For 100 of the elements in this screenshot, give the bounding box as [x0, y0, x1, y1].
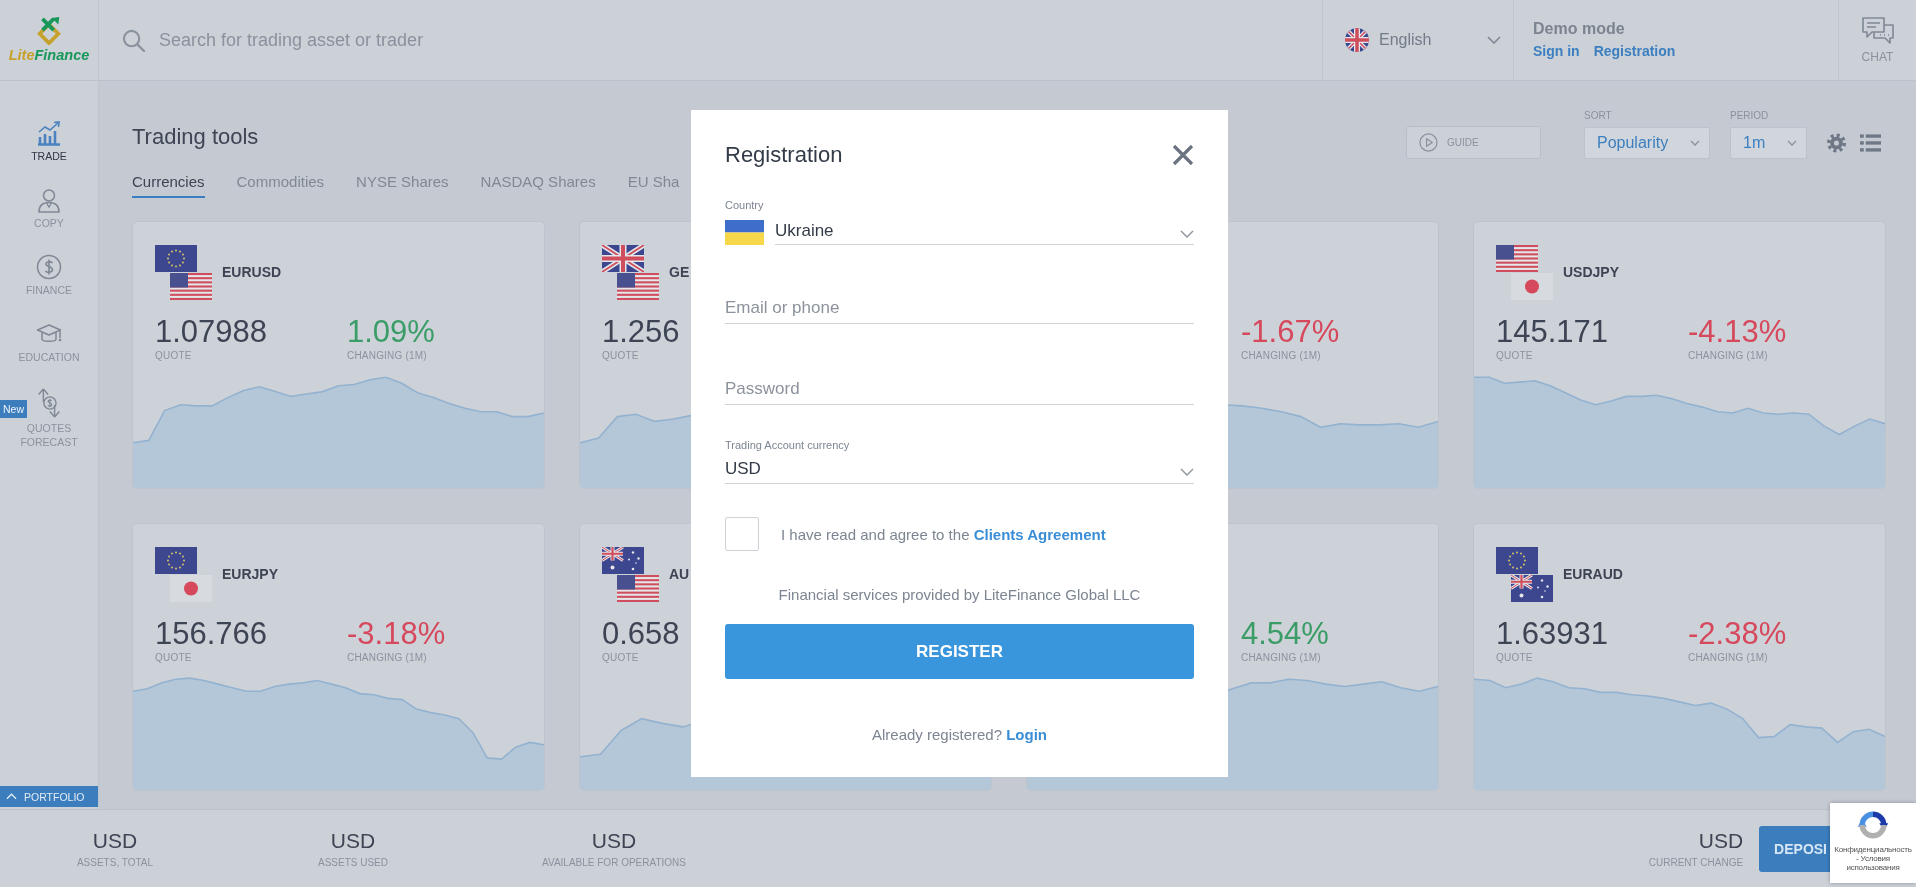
search-icon — [122, 28, 145, 52]
category-tab[interactable]: NYSE Shares — [356, 172, 449, 198]
change-value: 4.54% — [1241, 617, 1329, 651]
flag-icon — [725, 220, 764, 245]
asset-card[interactable]: EURUSD 1.07988 QUOTE 1.09% CHANGING (1M) — [132, 221, 545, 489]
country-label: Country — [725, 199, 764, 212]
chevron-down-icon — [1180, 467, 1194, 476]
list-view-icon[interactable] — [1860, 133, 1881, 153]
chat-icon — [1860, 16, 1895, 46]
quote-value: 1.07988 — [155, 315, 268, 349]
sidebar-item[interactable]: EDUCATION — [0, 319, 98, 386]
flag-icon — [1511, 574, 1553, 602]
quote-value: 156.766 — [155, 617, 268, 651]
quote-value: 1.63931 — [1496, 617, 1609, 651]
change-value: -3.18% — [347, 617, 446, 651]
chat-button[interactable]: CHAT — [1838, 0, 1916, 80]
currency-select[interactable]: USD — [725, 454, 1194, 484]
balance-label: ASSETS, TOTAL — [76, 856, 154, 869]
chevron-down-icon — [1690, 140, 1700, 146]
account-link[interactable]: Sign in — [1533, 43, 1580, 60]
flag-icon — [617, 272, 659, 300]
quote-label: QUOTE — [1496, 350, 1533, 362]
chevron-down-icon — [1180, 229, 1194, 238]
pair-name: EURUSD — [222, 264, 282, 280]
period-label: PERIOD — [1730, 110, 1769, 122]
new-badge: New — [0, 400, 27, 418]
language-select[interactable]: English — [1323, 0, 1513, 80]
category-tab[interactable]: Currencies — [132, 172, 205, 198]
balance-label: ASSETS USED — [318, 856, 388, 869]
flag-icon — [155, 244, 197, 272]
flag-icon — [602, 546, 644, 574]
settings-icon[interactable] — [1826, 133, 1847, 153]
change-value: -2.38% — [1688, 617, 1787, 651]
flag-icon — [617, 574, 659, 602]
portfolio-tab[interactable]: PORTFOLIO — [0, 786, 98, 807]
logo-text: LiteFinance — [8, 46, 90, 64]
deposit-button[interactable]: DEPOSI — [1759, 825, 1830, 872]
category-tab[interactable]: NASDAQ Shares — [480, 172, 596, 198]
email-field[interactable]: Email or phone — [725, 293, 1194, 324]
quote-value: 1.256 — [602, 315, 680, 349]
change-value: -1.67% — [1241, 315, 1340, 349]
pair-name: USDJPY — [1563, 264, 1620, 280]
asset-card[interactable]: EURAUD 1.63931 QUOTE -2.38% CHANGING (1M) — [1473, 523, 1886, 791]
current-change-value: USD — [1698, 828, 1744, 853]
current-change-label: CURRENT CHANGE — [1648, 856, 1744, 869]
asset-card[interactable]: USDJPY 145.171 QUOTE -4.13% CHANGING (1M) — [1473, 221, 1886, 489]
quote-label: QUOTE — [602, 652, 639, 664]
quote-label: QUOTE — [1496, 652, 1533, 664]
pair-name: EURJPY — [222, 566, 279, 582]
account-link[interactable]: Registration — [1593, 43, 1676, 60]
sidebar-item[interactable]: COPY — [0, 185, 98, 252]
pair-name: GE — [669, 264, 690, 280]
dollar-arrows-icon — [36, 388, 62, 418]
period-select[interactable]: 1m — [1730, 127, 1807, 159]
flag-icon — [155, 546, 197, 574]
dollar-coin-icon — [36, 254, 62, 280]
balance-value: USD — [92, 828, 138, 853]
change-label: CHANGING (1M) — [347, 652, 427, 664]
quote-value: 145.171 — [1496, 315, 1609, 349]
agreement-checkbox[interactable] — [725, 517, 759, 551]
password-field[interactable]: Password — [725, 374, 1194, 405]
chevron-up-icon — [6, 793, 17, 800]
search-field[interactable]: Search for trading asset or trader — [159, 25, 859, 55]
asset-card[interactable]: EURJPY 156.766 QUOTE -3.18% CHANGING (1M) — [132, 523, 545, 791]
flag-icon — [602, 244, 644, 272]
sort-label: SORT — [1584, 110, 1612, 122]
register-button[interactable]: REGISTER — [725, 624, 1194, 679]
pair-name: EURAUD — [1563, 566, 1623, 582]
change-label: CHANGING (1M) — [347, 350, 427, 362]
logo-icon — [34, 16, 64, 45]
sidebar-item[interactable]: TRADE — [0, 118, 98, 185]
bar-chart-icon — [36, 120, 62, 146]
play-icon — [1419, 133, 1438, 152]
flag-icon — [1496, 244, 1538, 272]
change-value: -4.13% — [1688, 315, 1787, 349]
page-title: Trading tools — [132, 124, 259, 150]
balance-value: USD — [330, 828, 376, 853]
country-select[interactable]: Ukraine — [775, 217, 1194, 245]
sidebar-item[interactable]: FINANCE — [0, 252, 98, 319]
category-tab[interactable]: EU Sha — [627, 172, 680, 198]
account-mode: Demo mode — [1533, 20, 1625, 38]
quote-label: QUOTE — [602, 350, 639, 362]
quote-label: QUOTE — [155, 652, 192, 664]
flag-icon — [1496, 546, 1538, 574]
guide-button[interactable]: GUIDE — [1406, 126, 1541, 159]
quote-label: QUOTE — [155, 350, 192, 362]
change-label: CHANGING (1M) — [1241, 350, 1321, 362]
close-icon[interactable] — [1172, 144, 1194, 166]
category-tab[interactable]: Commodities — [236, 172, 325, 198]
balance-label: AVAILABLE FOR OPERATIONS — [542, 856, 686, 869]
chevron-down-icon — [1487, 36, 1501, 44]
change-label: CHANGING (1M) — [1688, 652, 1768, 664]
change-label: CHANGING (1M) — [1688, 350, 1768, 362]
sort-select[interactable]: Popularity — [1584, 127, 1710, 159]
currency-label: Trading Account currency — [725, 439, 850, 452]
quote-value: 0.658 — [602, 617, 680, 651]
change-label: CHANGING (1M) — [1241, 652, 1321, 664]
flag-icon — [1511, 272, 1553, 300]
pair-name: AU — [669, 566, 690, 582]
person-icon — [36, 187, 62, 213]
